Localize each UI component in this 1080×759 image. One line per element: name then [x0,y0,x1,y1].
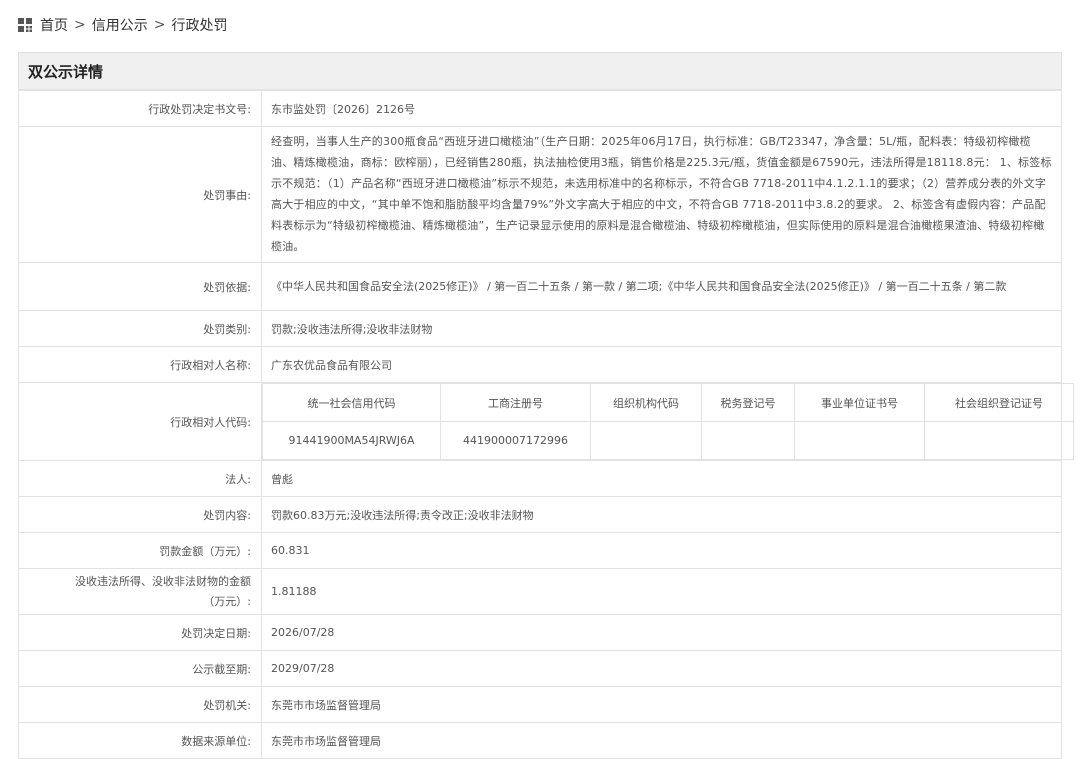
label-source: 数据来源单位: [18,722,262,759]
value-decision-date: 2026/07/28 [261,614,1062,651]
value-deadline: 2029/07/28 [261,650,1062,687]
row-decision-date: 处罚决定日期: 2026/07/28 [18,614,1062,651]
label-counterpart-name: 行政相对人名称: [18,346,262,383]
value-fine: 60.831 [261,532,1062,569]
grid-icon [18,18,32,32]
header-credit-code: 统一社会信用代码 [262,383,441,422]
value-business-reg: 441900007172996 [440,421,591,460]
row-content: 处罚内容: 罚款60.83万元;没收违法所得;责令改正;没收非法财物 [18,496,1062,533]
value-category: 罚款;没收违法所得;没收非法财物 [261,310,1062,347]
label-authority: 处罚机关: [18,686,262,723]
breadcrumb-separator: > [153,17,166,33]
row-legal-person: 法人: 曾彪 [18,460,1062,497]
detail-table: 行政处罚决定书文号: 东市监处罚〔2026〕2126号 处罚事由: 经查明，当事… [18,90,1074,759]
label-category: 处罚类别: [18,310,262,347]
value-authority: 东莞市市场监督管理局 [261,686,1062,723]
codes-header-row: 统一社会信用代码 工商注册号 组织机构代码 税务登记号 事业单位证书号 社会组织… [262,383,1074,422]
label-deadline: 公示截至期: [18,650,262,687]
label-legal-person: 法人: [18,460,262,497]
value-basis: 《中华人民共和国食品安全法(2025修正)》 / 第一百二十五条 / 第一款 /… [261,262,1062,311]
breadcrumb-separator: > [74,17,86,33]
label-basis: 处罚依据: [18,262,262,311]
label-decision-no: 行政处罚决定书文号: [18,90,262,127]
value-source: 东莞市市场监督管理局 [261,722,1062,759]
header-org-code: 组织机构代码 [590,383,702,422]
header-tax-reg: 税务登记号 [701,383,795,422]
breadcrumb-credit-link[interactable]: 信用公示 [92,15,148,35]
label-reason: 处罚事由: [18,126,262,263]
panel-title: 双公示详情 [18,52,1062,90]
row-counterpart-code: 行政相对人代码: 统一社会信用代码 工商注册号 组织机构代码 税务登记号 事业单… [18,382,1074,461]
value-credit-code: 91441900MA54JRWJ6A [262,421,441,460]
breadcrumb-home-link[interactable]: 首页 [40,15,68,35]
value-institution-cert [794,421,925,460]
row-decision-no: 行政处罚决定书文号: 东市监处罚〔2026〕2126号 [18,90,1062,127]
row-fine: 罚款金额（万元）: 60.831 [18,532,1062,569]
label-confiscation: 没收违法所得、没收非法财物的金额（万元）: [18,568,262,615]
label-content: 处罚内容: [18,496,262,533]
row-counterpart-name: 行政相对人名称: 广东农优品食品有限公司 [18,346,1062,383]
row-basis: 处罚依据: 《中华人民共和国食品安全法(2025修正)》 / 第一百二十五条 /… [18,262,1062,311]
value-decision-no: 东市监处罚〔2026〕2126号 [261,90,1062,127]
header-social-org-cert: 社会组织登记证号 [924,383,1074,422]
row-reason: 处罚事由: 经查明，当事人生产的300瓶食品“西班牙进口橄榄油”（生产日期：20… [18,126,1062,263]
row-source: 数据来源单位: 东莞市市场监督管理局 [18,722,1062,759]
codes-value-row: 91441900MA54JRWJ6A 441900007172996 [262,421,1074,460]
row-authority: 处罚机关: 东莞市市场监督管理局 [18,686,1062,723]
header-institution-cert: 事业单位证书号 [794,383,925,422]
label-fine: 罚款金额（万元）: [18,532,262,569]
breadcrumb: 首页 > 信用公示 > 行政处罚 [18,14,227,36]
value-org-code [590,421,702,460]
row-confiscation: 没收违法所得、没收非法财物的金额（万元）: 1.81188 [18,568,1062,615]
value-confiscation: 1.81188 [261,568,1062,615]
header-business-reg: 工商注册号 [440,383,591,422]
codes-table: 统一社会信用代码 工商注册号 组织机构代码 税务登记号 事业单位证书号 社会组织… [262,383,1074,460]
breadcrumb-current: 行政处罚 [171,18,228,34]
value-reason: 经查明，当事人生产的300瓶食品“西班牙进口橄榄油”（生产日期：2025年06月… [261,126,1062,263]
label-counterpart-code: 行政相对人代码: [18,382,262,461]
detail-panel: 双公示详情 行政处罚决定书文号: 东市监处罚〔2026〕2126号 处罚事由: … [18,52,1074,759]
value-counterpart-name: 广东农优品食品有限公司 [261,346,1062,383]
codes-cell: 统一社会信用代码 工商注册号 组织机构代码 税务登记号 事业单位证书号 社会组织… [261,382,1074,461]
row-deadline: 公示截至期: 2029/07/28 [18,650,1062,687]
value-content: 罚款60.83万元;没收违法所得;责令改正;没收非法财物 [261,496,1062,533]
value-social-org-cert [924,421,1074,460]
row-category: 处罚类别: 罚款;没收违法所得;没收非法财物 [18,310,1062,347]
value-tax-reg [701,421,795,460]
value-legal-person: 曾彪 [261,460,1062,497]
label-decision-date: 处罚决定日期: [18,614,262,651]
